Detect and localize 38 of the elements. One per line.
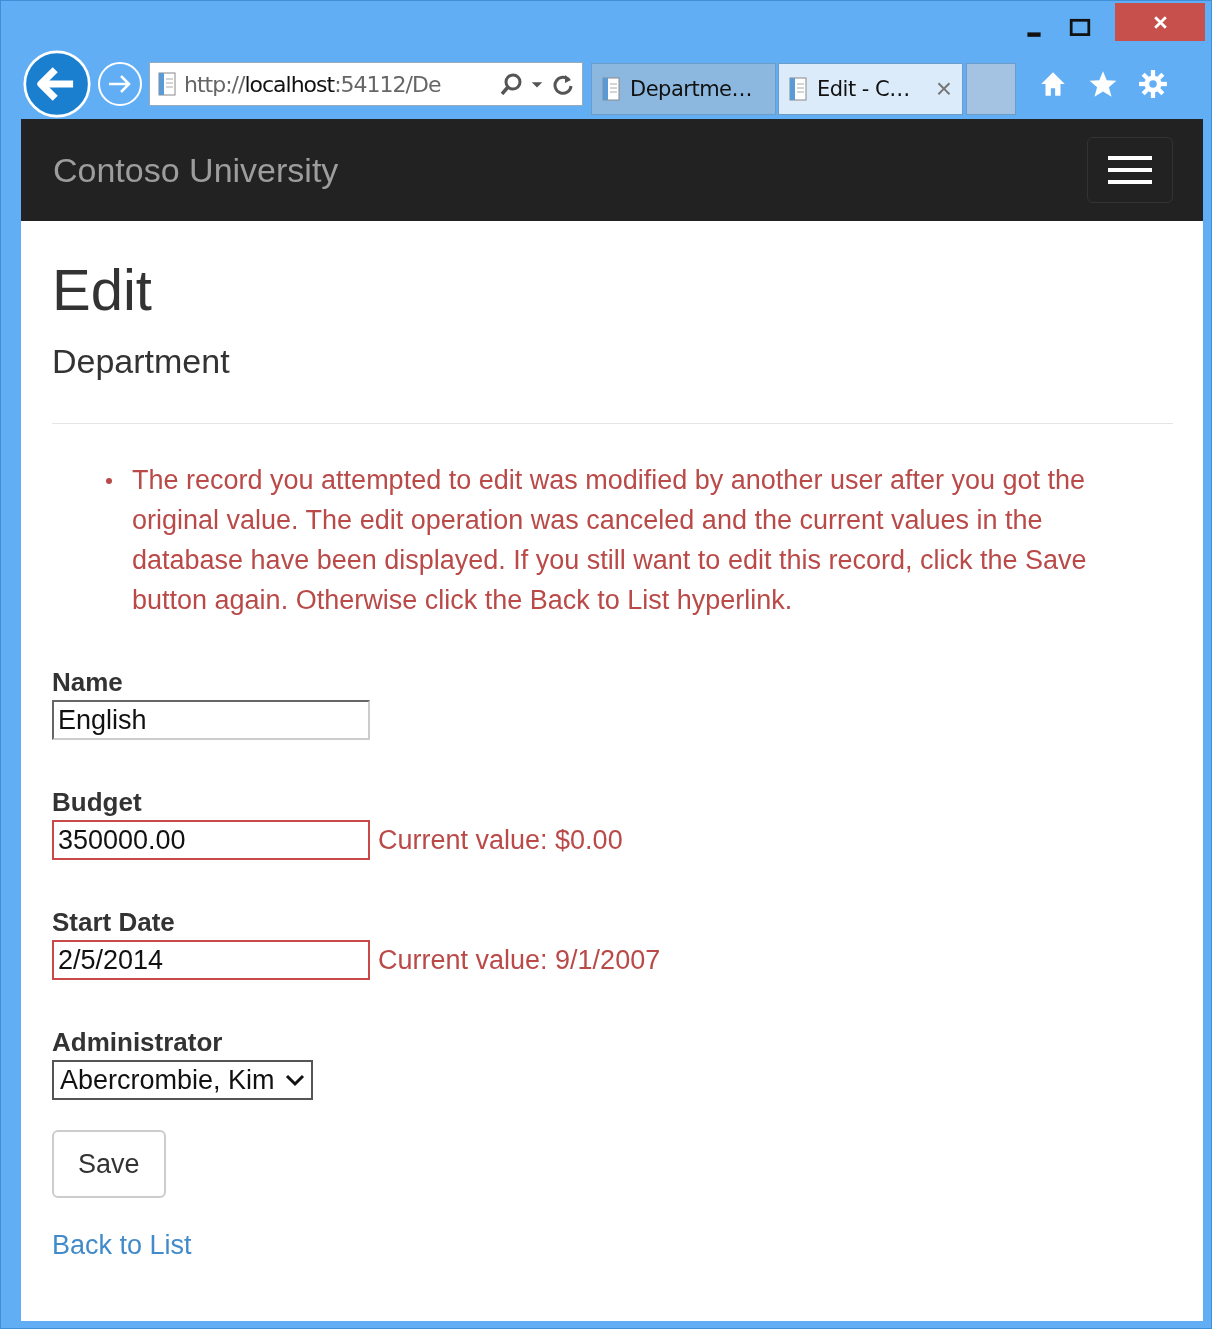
error-message: The record you attempted to edit was modified by another user after you got the original value. The edit operation was canceled and the current values in the database have been displayed. If you still want to edit this record, click the Save button again. Otherwise click the Back to List hyperlink. (132, 464, 1088, 617)
page-icon (789, 76, 807, 102)
field-label: Budget (52, 786, 143, 819)
bullet-icon (106, 478, 112, 484)
page-icon (602, 76, 620, 102)
address-bar[interactable]: http://localhost:54112/De (149, 62, 583, 106)
close-tab-button[interactable]: × (935, 73, 952, 105)
save-button[interactable]: Save (52, 1130, 166, 1198)
page-title: Edit (52, 257, 153, 323)
refresh-icon[interactable] (552, 73, 574, 95)
browser-tab[interactable]: Edit - C… × (778, 63, 963, 115)
field-label: Name (52, 666, 124, 699)
settings-icon[interactable] (1138, 69, 1168, 99)
page-subtitle: Department (52, 341, 231, 381)
back-to-list-link[interactable]: Back to List (52, 1230, 192, 1260)
input-field[interactable]: 2/5/2014 (52, 940, 370, 980)
forward-button[interactable] (97, 61, 143, 107)
validation-message: Current value: $0.00 (378, 824, 623, 856)
field-label: Start Date (52, 906, 176, 939)
url-text: http://localhost:54112/De (184, 71, 442, 97)
browser-tab[interactable]: Departme… (591, 63, 776, 115)
star-icon[interactable] (1088, 69, 1118, 99)
validation-message: Current value: 9/1/2007 (378, 944, 661, 976)
search-icon[interactable] (500, 73, 522, 95)
input-field[interactable]: 350000.00 (52, 820, 370, 860)
back-button[interactable] (23, 50, 91, 118)
menu-button[interactable] (1087, 137, 1173, 203)
tab-title: Edit - C… (817, 77, 911, 101)
maximize-icon[interactable] (1069, 17, 1091, 39)
brand-link[interactable]: Contoso University (53, 150, 339, 190)
tab-title: Departme… (630, 77, 754, 101)
close-button[interactable] (1115, 3, 1205, 41)
field-label: Administrator (52, 1026, 224, 1059)
dropdown[interactable]: Abercrombie, Kim (52, 1060, 313, 1100)
input-field[interactable]: English (52, 700, 370, 740)
menu-icon (1108, 156, 1152, 184)
page-icon (158, 71, 176, 97)
caret-icon (284, 1072, 305, 1088)
